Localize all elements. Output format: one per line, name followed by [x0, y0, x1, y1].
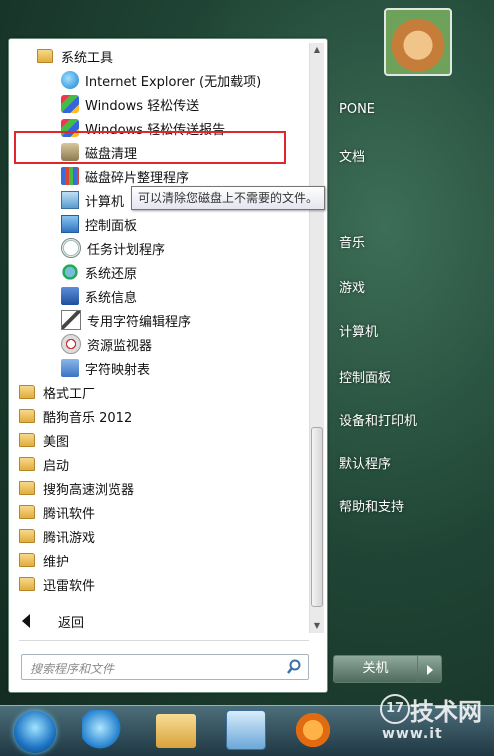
- program-item-label: 控制面板: [85, 218, 138, 234]
- scroll-down-arrow-icon[interactable]: ▼: [310, 619, 324, 633]
- program-item-label: 美图: [43, 434, 70, 450]
- scroll-thumb[interactable]: [311, 427, 323, 607]
- taskbar-ie-icon[interactable]: [82, 710, 122, 750]
- taskbar-remote-desktop-icon[interactable]: [226, 710, 266, 750]
- task-scheduler-icon: [61, 238, 81, 258]
- program-item[interactable]: 搜狗高速浏览器: [19, 477, 134, 499]
- program-item-label: 系统工具: [61, 50, 114, 66]
- program-item-label: 专用字符编辑程序: [87, 314, 192, 330]
- user-name-link[interactable]: PONE: [339, 102, 375, 117]
- program-item-label: 磁盘碎片整理程序: [85, 170, 190, 186]
- shutdown-group: 关机: [333, 655, 444, 683]
- control-panel-link[interactable]: 控制面板: [339, 367, 391, 386]
- folder-icon: [19, 433, 35, 447]
- search-input[interactable]: 搜索程序和文件: [21, 654, 309, 680]
- scroll-up-arrow-icon[interactable]: ▲: [310, 43, 324, 57]
- folder-icon: [37, 49, 53, 63]
- disk-defragmenter-icon: [61, 167, 79, 185]
- program-item-label: 腾讯软件: [43, 506, 96, 522]
- red-highlight-box: [14, 131, 286, 164]
- program-item[interactable]: 腾讯软件: [19, 501, 95, 523]
- program-item[interactable]: Windows 轻松传送: [61, 93, 199, 115]
- program-item[interactable]: 磁盘碎片整理程序: [61, 165, 189, 187]
- program-item-label: 维护: [43, 554, 70, 570]
- games-link[interactable]: 游戏: [339, 277, 365, 296]
- documents-link[interactable]: 文档: [339, 146, 365, 165]
- program-item[interactable]: 资源监视器: [61, 333, 152, 355]
- folder-icon: [19, 457, 35, 471]
- program-item[interactable]: 美图: [19, 429, 69, 451]
- devices-printers-link[interactable]: 设备和打印机: [339, 410, 417, 429]
- program-item[interactable]: 系统还原: [61, 261, 137, 283]
- program-item[interactable]: 酷狗音乐 2012: [19, 405, 132, 427]
- search-placeholder: 搜索程序和文件: [30, 662, 115, 676]
- watermark-url: www.it: [382, 726, 443, 742]
- program-item[interactable]: Internet Explorer (无加载项): [61, 69, 261, 91]
- program-item[interactable]: 计算机: [61, 189, 124, 211]
- disk-cleanup-tooltip: 可以清除您磁盘上不需要的文件。: [131, 186, 326, 210]
- default-programs-link[interactable]: 默认程序: [339, 453, 391, 472]
- program-item-label: 系统还原: [85, 266, 138, 282]
- help-support-link[interactable]: 帮助和支持: [339, 496, 404, 515]
- start-orb-icon[interactable]: [14, 711, 56, 753]
- back-arrow-icon: [22, 614, 30, 628]
- back-label: 返回: [58, 615, 85, 631]
- folder-icon: [19, 529, 35, 543]
- windows-easy-transfer-icon: [61, 95, 79, 113]
- program-item-label: 任务计划程序: [87, 242, 166, 258]
- program-item-label: Windows 轻松传送: [85, 98, 200, 114]
- ie-icon: [61, 71, 79, 89]
- program-item[interactable]: 腾讯游戏: [19, 525, 95, 547]
- program-item-label: 格式工厂: [43, 386, 96, 402]
- taskbar-media-player-icon[interactable]: [293, 710, 333, 750]
- back-button[interactable]: 返回: [22, 608, 84, 634]
- program-item-label: Internet Explorer (无加载项): [85, 74, 262, 90]
- program-item-label: 字符映射表: [85, 362, 151, 378]
- user-avatar[interactable]: [384, 8, 452, 76]
- program-item[interactable]: 系统信息: [61, 285, 137, 307]
- shutdown-button[interactable]: 关机: [333, 655, 418, 683]
- divider: [19, 640, 309, 641]
- system-restore-icon: [61, 263, 79, 281]
- program-item[interactable]: 迅雷软件: [19, 573, 95, 595]
- site-watermark: 17 技术网 www.it: [368, 688, 494, 755]
- shutdown-options-arrow-icon[interactable]: [418, 655, 442, 683]
- program-item[interactable]: 专用字符编辑程序: [61, 309, 191, 331]
- program-item-label: 系统信息: [85, 290, 138, 306]
- resource-monitor-icon: [61, 334, 81, 354]
- control-panel-icon: [61, 215, 79, 233]
- computer-icon: [61, 191, 79, 209]
- computer-link[interactable]: 计算机: [339, 321, 378, 340]
- taskbar-explorer-icon[interactable]: [156, 714, 196, 748]
- program-item[interactable]: 格式工厂: [19, 381, 95, 403]
- program-item[interactable]: 启动: [19, 453, 69, 475]
- watermark-badge: 17: [380, 694, 410, 724]
- search-icon[interactable]: [286, 659, 302, 675]
- music-link[interactable]: 音乐: [339, 232, 365, 251]
- character-map-icon: [61, 359, 79, 377]
- program-item-label: 启动: [43, 458, 70, 474]
- folder-icon: [19, 553, 35, 567]
- program-item-label: 资源监视器: [87, 338, 153, 354]
- folder-icon: [19, 505, 35, 519]
- program-item-label: 迅雷软件: [43, 578, 96, 594]
- system-info-icon: [61, 287, 79, 305]
- folder-icon: [19, 385, 35, 399]
- program-item[interactable]: 字符映射表: [61, 357, 150, 379]
- program-item-label: 计算机: [85, 194, 125, 210]
- program-item[interactable]: 维护: [19, 549, 69, 571]
- watermark-text: 技术网: [410, 698, 482, 726]
- char-editor-icon: [61, 310, 81, 330]
- folder-icon: [19, 481, 35, 495]
- program-item-label: 腾讯游戏: [43, 530, 96, 546]
- program-item[interactable]: 系统工具: [37, 45, 113, 67]
- program-item[interactable]: 任务计划程序: [61, 237, 165, 259]
- folder-icon: [19, 409, 35, 423]
- program-item-label: 酷狗音乐 2012: [43, 410, 133, 426]
- program-item-label: 搜狗高速浏览器: [43, 482, 135, 498]
- folder-icon: [19, 577, 35, 591]
- programs-scrollbar[interactable]: ▲ ▼: [309, 43, 324, 633]
- program-item[interactable]: 控制面板: [61, 213, 137, 235]
